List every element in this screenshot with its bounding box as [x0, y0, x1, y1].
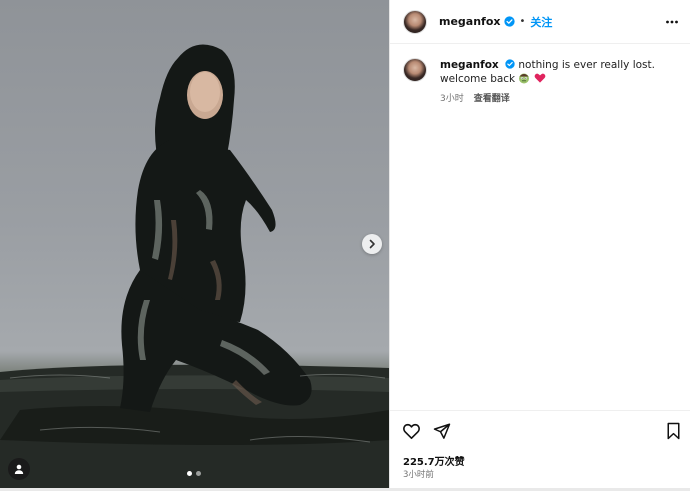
verified-badge-icon [503, 16, 515, 27]
carousel-next-button[interactable] [362, 234, 382, 254]
user-tags-button[interactable] [8, 458, 30, 480]
bookmark-icon[interactable] [666, 422, 681, 440]
verified-badge-icon [505, 59, 515, 69]
caption-meta: 3小时 查看翻译 [440, 91, 680, 104]
caption-time: 3小时 [440, 94, 464, 104]
more-options-icon[interactable] [665, 15, 679, 29]
post-actions: 225.7万次赞 3小时前 [390, 410, 690, 488]
post-caption: meganfox nothing is ever really lost. we… [403, 58, 683, 104]
carousel-indicator [187, 471, 201, 476]
header-separator: • [519, 16, 526, 27]
red-heart-emoji [534, 73, 546, 83]
caption-body: meganfox nothing is ever really lost. we… [440, 58, 680, 104]
post-header: meganfox • 关注 [390, 0, 690, 44]
caption-username[interactable]: meganfox [440, 59, 499, 71]
post-photo [0, 44, 389, 488]
likes-count[interactable]: 225.7万次赞 [403, 453, 465, 468]
carousel-dot-1 [187, 471, 192, 476]
heart-icon[interactable] [402, 422, 421, 441]
zombie-emoji [519, 73, 530, 84]
author-username[interactable]: meganfox [439, 15, 501, 28]
send-icon[interactable] [433, 422, 451, 440]
user-tag-icon [14, 464, 24, 474]
caption-avatar[interactable] [403, 58, 427, 82]
carousel-dot-2 [196, 471, 201, 476]
see-translation-button[interactable]: 查看翻译 [474, 91, 510, 104]
chevron-right-icon [369, 239, 375, 249]
follow-button[interactable]: 关注 [530, 14, 552, 30]
post-media[interactable] [0, 0, 389, 488]
caption-text-block: meganfox nothing is ever really lost. we… [440, 58, 680, 86]
post-side-panel: meganfox • 关注 meganfox nothing is ever r… [389, 0, 690, 488]
author-avatar[interactable] [403, 9, 427, 34]
post-timestamp[interactable]: 3小时前 [403, 468, 434, 480]
